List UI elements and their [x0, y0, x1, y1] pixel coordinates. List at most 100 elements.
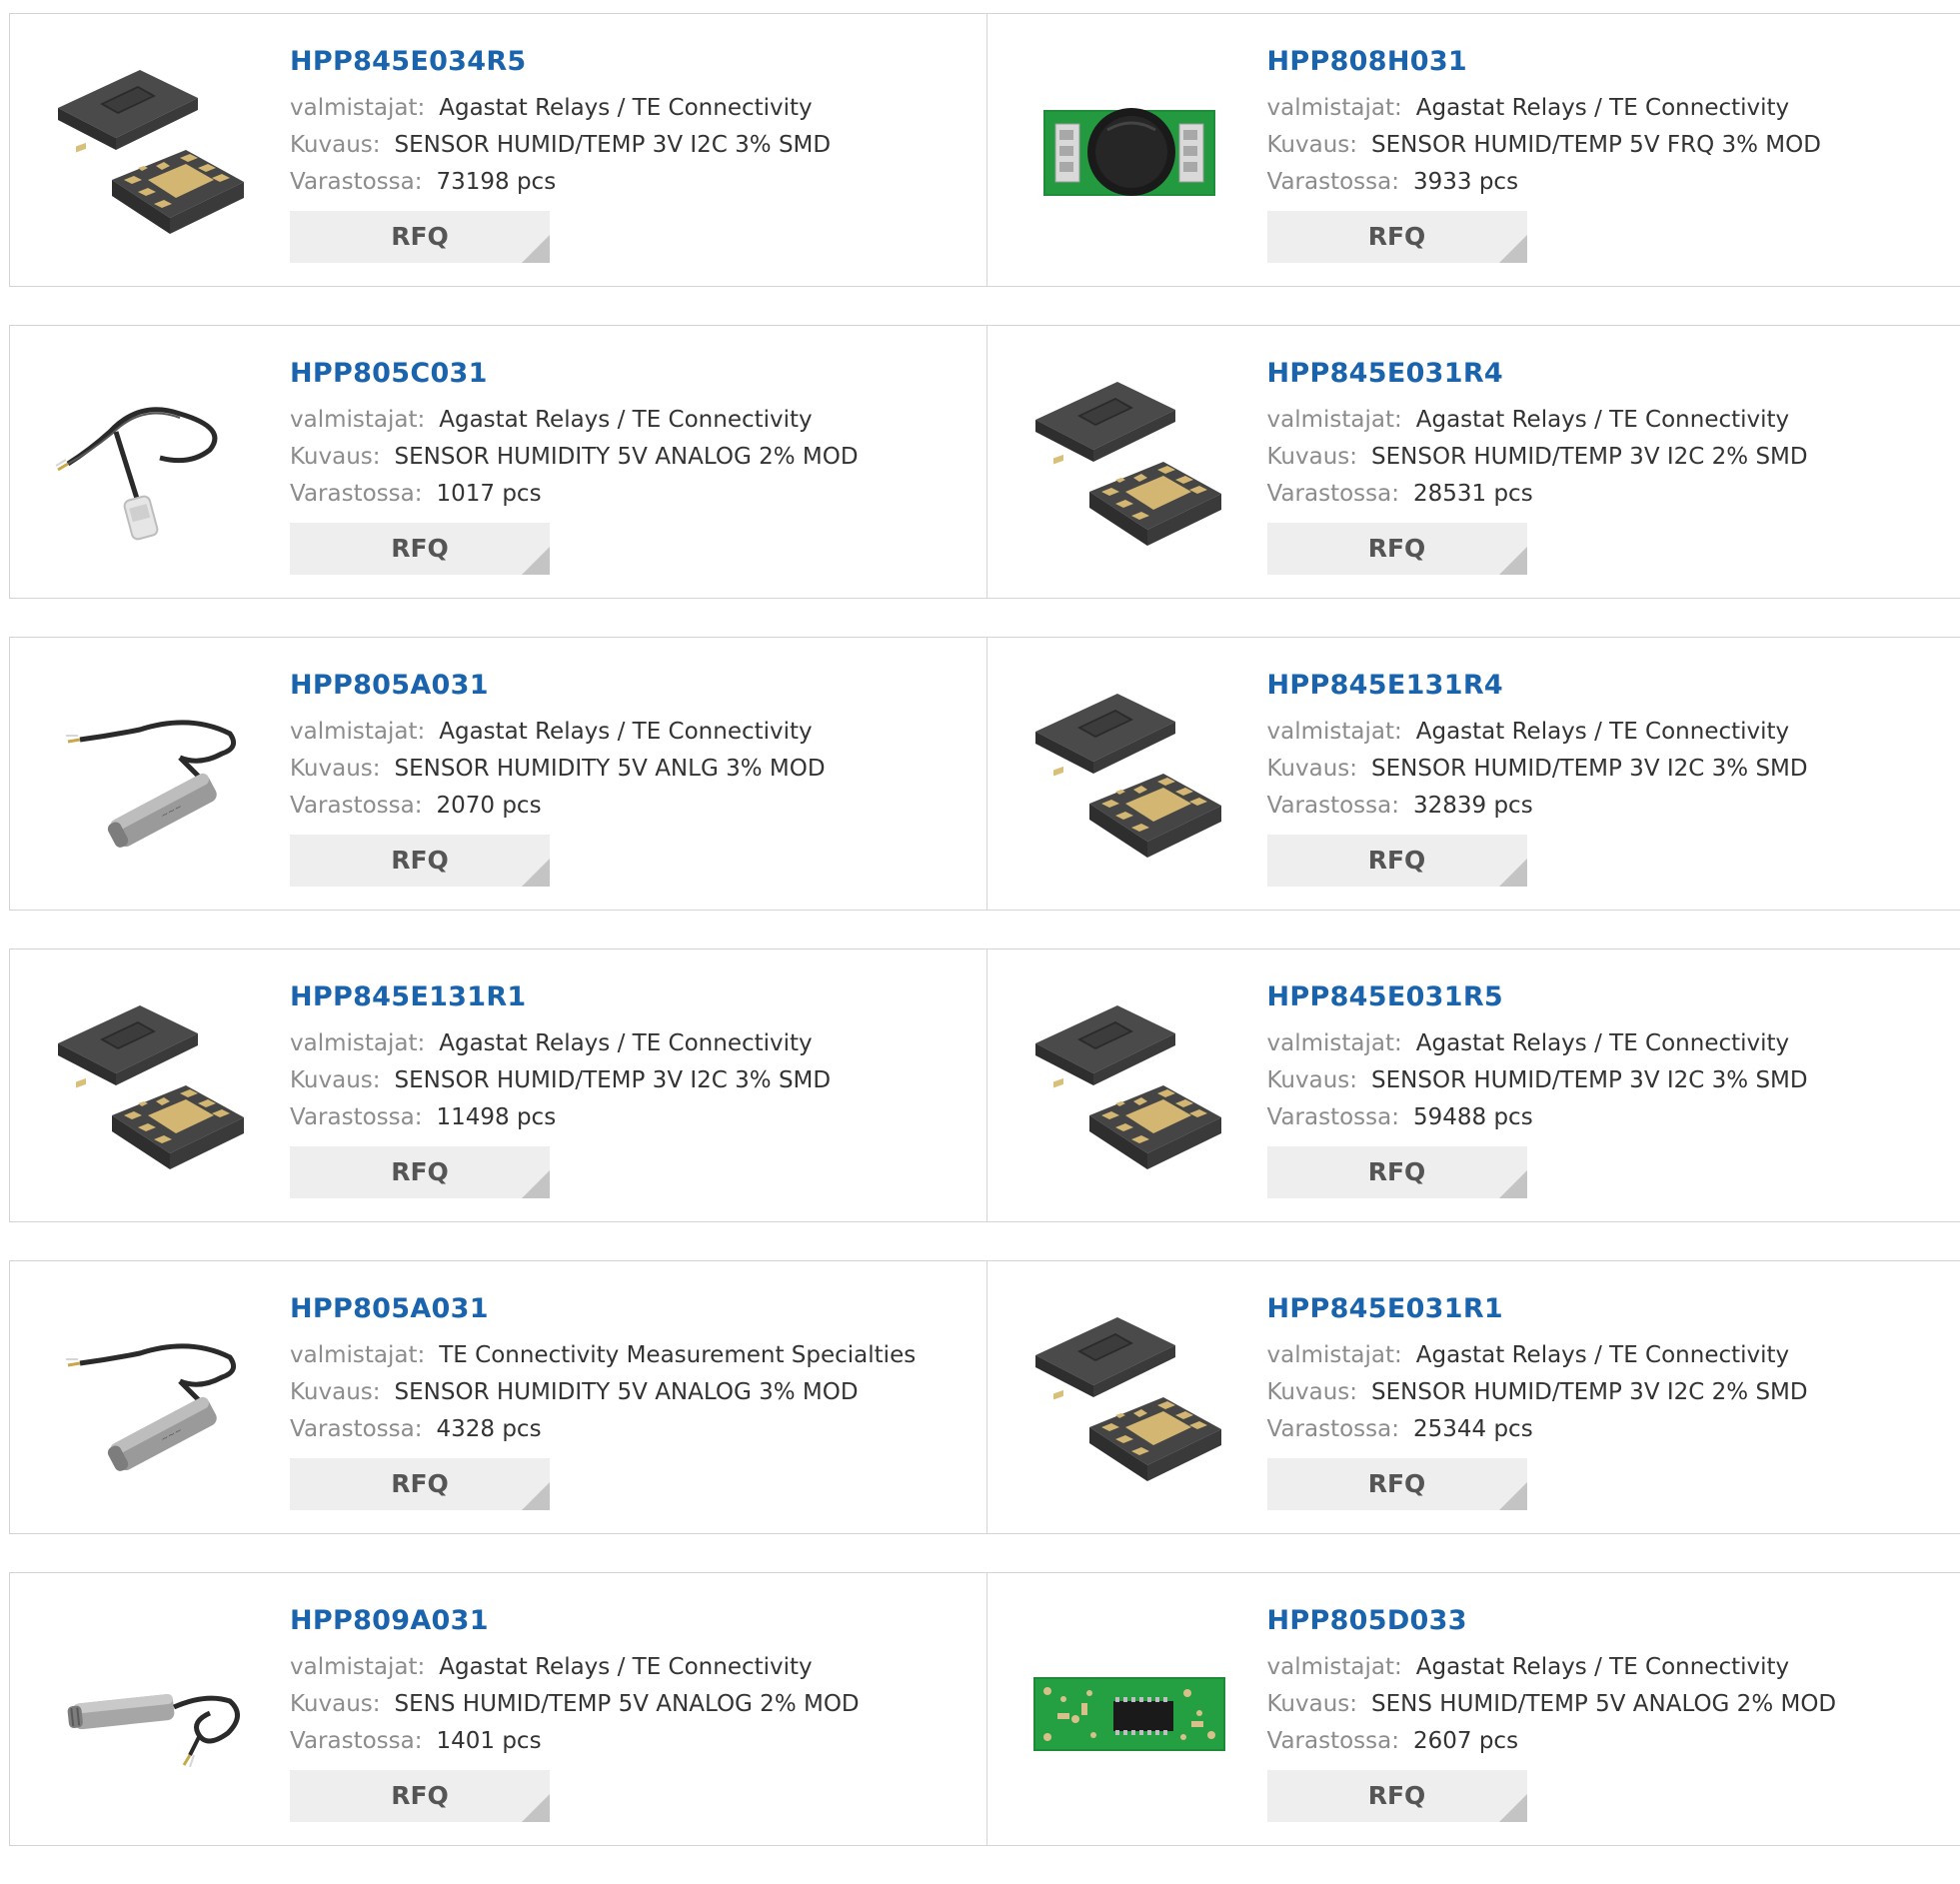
manufacturer-label: valmistajat:: [290, 95, 425, 121]
product-image[interactable]: ~~~: [50, 674, 254, 878]
product-title-link[interactable]: HPP845E131R1: [290, 979, 527, 1015]
product-title-link[interactable]: HPP805D033: [1267, 1603, 1467, 1639]
stock-label: Varastossa:: [290, 481, 422, 507]
description-label: Kuvaus:: [1267, 1379, 1358, 1405]
product-title-link[interactable]: HPP845E031R5: [1267, 979, 1504, 1015]
rfq-button[interactable]: RFQ: [290, 835, 550, 887]
corner-triangle-icon: [1499, 1794, 1527, 1822]
stock-label: Varastossa:: [1267, 481, 1399, 507]
product-image[interactable]: [1027, 50, 1231, 254]
product-image[interactable]: ~~~: [50, 1297, 254, 1501]
product-title-link[interactable]: HPP809A031: [290, 1603, 489, 1639]
stock-label: Varastossa:: [290, 1728, 422, 1754]
product-title-link[interactable]: HPP805C031: [290, 356, 488, 392]
rfq-label: RFQ: [1368, 846, 1426, 875]
stock-value: 2070 pcs: [436, 793, 541, 819]
description-value: SENS HUMID/TEMP 5V ANALOG 2% MOD: [1371, 1691, 1836, 1717]
stock-value: 11498 pcs: [436, 1104, 556, 1130]
manufacturer-label: valmistajat:: [1267, 407, 1402, 433]
description-value: SENSOR HUMIDITY 5V ANLG 3% MOD: [395, 756, 826, 782]
product-title-link[interactable]: HPP845E031R1: [1267, 1291, 1504, 1327]
product-image[interactable]: [50, 985, 254, 1189]
stock-value: 25344 pcs: [1413, 1416, 1533, 1442]
description-label: Kuvaus:: [1267, 756, 1358, 782]
rfq-button[interactable]: RFQ: [1267, 835, 1527, 887]
product-image[interactable]: [1027, 362, 1231, 566]
manufacturer-value: Agastat Relays / TE Connectivity: [439, 407, 812, 433]
description-label: Kuvaus:: [1267, 1691, 1358, 1717]
product-row: HPP809A031 valmistajat:Agastat Relays / …: [9, 1572, 1960, 1846]
description-value: SENSOR HUMIDITY 5V ANALOG 2% MOD: [395, 444, 859, 470]
product-card: HPP845E031R1 valmistajat:Agastat Relays …: [986, 1261, 1960, 1533]
stock-label: Varastossa:: [290, 1104, 422, 1130]
product-card: HPP805D033 valmistajat:Agastat Relays / …: [986, 1573, 1960, 1845]
stock-label: Varastossa:: [1267, 793, 1399, 819]
manufacturer-value: Agastat Relays / TE Connectivity: [439, 1654, 812, 1680]
product-card: ~~~ HPP805A031 valmistajat: Agastat Relay…: [10, 638, 986, 910]
product-row: HPP845E034R5 valmistajat: Agastat Relays …: [9, 13, 1960, 287]
manufacturer-value: Agastat Relays / TE Connectivity: [439, 95, 812, 121]
rfq-button[interactable]: RFQ: [290, 211, 550, 263]
manufacturer-label: valmistajat:: [1267, 95, 1402, 121]
product-image[interactable]: [50, 362, 254, 566]
product-image[interactable]: [50, 50, 254, 254]
stock-label: Varastossa:: [290, 169, 422, 195]
description-value: SENSOR HUMID/TEMP 3V I2C 2% SMD: [1371, 444, 1808, 470]
description-value: SENSOR HUMID/TEMP 3V I2C 3% SMD: [1371, 1067, 1808, 1093]
product-card: HPP845E131R1 valmistajat:Agastat Relays …: [10, 949, 986, 1221]
product-image[interactable]: [50, 1609, 254, 1813]
product-title-link[interactable]: HPP845E031R4: [1267, 356, 1504, 392]
product-title-link[interactable]: HPP805A031: [290, 668, 489, 704]
manufacturer-value: Agastat Relays / TE Connectivity: [439, 719, 812, 745]
corner-triangle-icon: [522, 547, 550, 575]
manufacturer-value: Agastat Relays / TE Connectivity: [1416, 1030, 1789, 1056]
rfq-label: RFQ: [391, 222, 449, 251]
product-card: HPP809A031 valmistajat:Agastat Relays / …: [10, 1573, 986, 1845]
description-value: SENS HUMID/TEMP 5V ANALOG 2% MOD: [395, 1691, 860, 1717]
product-title-link[interactable]: HPP845E034R5: [290, 44, 527, 80]
description-label: Kuvaus:: [1267, 1067, 1358, 1093]
manufacturer-label: valmistajat:: [290, 719, 425, 745]
product-card: HPP805C031 valmistajat: Agastat Relays / …: [10, 326, 986, 598]
stock-label: Varastossa:: [290, 793, 422, 819]
product-title-link[interactable]: HPP808H031: [1267, 44, 1468, 80]
stock-value: 1017 pcs: [436, 481, 541, 507]
rfq-label: RFQ: [1368, 222, 1426, 251]
product-row: HPP845E131R1 valmistajat:Agastat Relays …: [9, 948, 1960, 1222]
manufacturer-value: Agastat Relays / TE Connectivity: [439, 1030, 812, 1056]
rfq-button[interactable]: RFQ: [290, 523, 550, 575]
stock-value: 1401 pcs: [436, 1728, 541, 1754]
stock-value: 2607 pcs: [1413, 1728, 1518, 1754]
manufacturer-value: Agastat Relays / TE Connectivity: [1416, 1342, 1789, 1368]
product-image[interactable]: [1027, 1609, 1231, 1813]
description-value: SENSOR HUMID/TEMP 5V FRQ 3% MOD: [1371, 132, 1821, 158]
manufacturer-label: valmistajat:: [290, 407, 425, 433]
rfq-button[interactable]: RFQ: [1267, 1146, 1527, 1198]
rfq-label: RFQ: [391, 534, 449, 563]
rfq-button[interactable]: RFQ: [1267, 523, 1527, 575]
rfq-button[interactable]: RFQ: [290, 1770, 550, 1822]
rfq-button[interactable]: RFQ: [1267, 1770, 1527, 1822]
description-label: Kuvaus:: [1267, 132, 1358, 158]
rfq-button[interactable]: RFQ: [1267, 211, 1527, 263]
product-image[interactable]: [1027, 985, 1231, 1189]
product-title-link[interactable]: HPP845E131R4: [1267, 668, 1504, 704]
stock-value: 32839 pcs: [1413, 793, 1533, 819]
rfq-button[interactable]: RFQ: [1267, 1458, 1527, 1510]
rfq-label: RFQ: [1368, 534, 1426, 563]
product-card: ~~~ HPP805A031 valmistajat:TE Connectivi…: [10, 1261, 986, 1533]
rfq-button[interactable]: RFQ: [290, 1458, 550, 1510]
description-label: Kuvaus:: [290, 132, 381, 158]
corner-triangle-icon: [1499, 859, 1527, 887]
stock-label: Varastossa:: [1267, 1104, 1399, 1130]
product-image[interactable]: [1027, 1297, 1231, 1501]
manufacturer-value: Agastat Relays / TE Connectivity: [1416, 95, 1789, 121]
rfq-label: RFQ: [1368, 1469, 1426, 1498]
product-image[interactable]: [1027, 674, 1231, 878]
corner-triangle-icon: [522, 859, 550, 887]
product-title-link[interactable]: HPP805A031: [290, 1291, 489, 1327]
rfq-label: RFQ: [391, 846, 449, 875]
description-value: SENSOR HUMID/TEMP 3V I2C 2% SMD: [1371, 1379, 1808, 1405]
rfq-button[interactable]: RFQ: [290, 1146, 550, 1198]
corner-triangle-icon: [1499, 1170, 1527, 1198]
